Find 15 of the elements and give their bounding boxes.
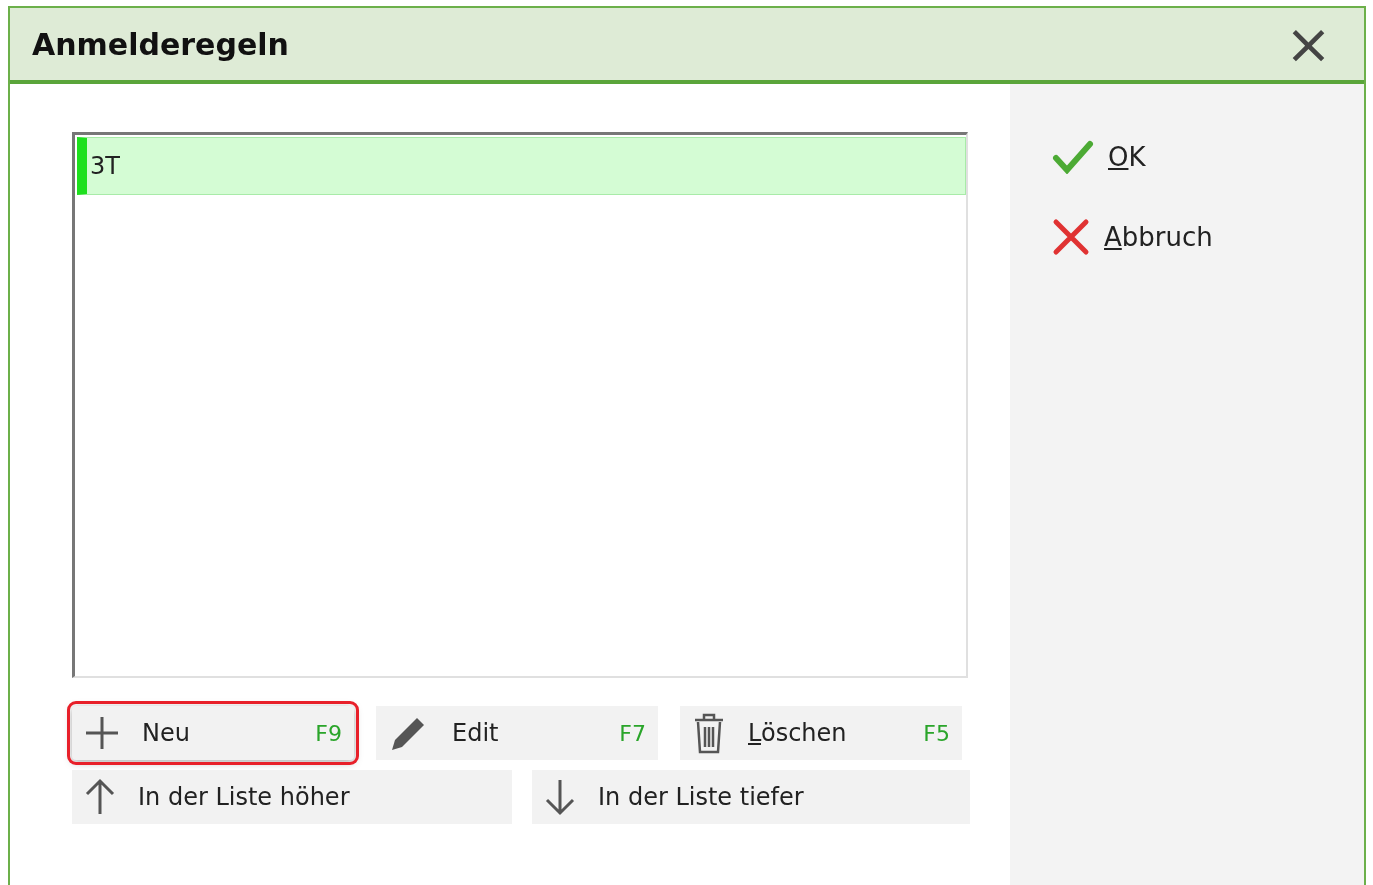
move-button[interactable]: In der Liste tiefer bbox=[532, 770, 970, 824]
close-icon bbox=[1052, 218, 1090, 256]
move-button[interactable]: In der Liste höher bbox=[72, 770, 512, 824]
trash-icon bbox=[692, 712, 726, 754]
plus-icon bbox=[84, 715, 120, 751]
window-title: Anmelderegeln bbox=[32, 26, 289, 62]
ok-button[interactable]: OK bbox=[1052, 140, 1146, 174]
toolbar-button[interactable]: Edit F7 bbox=[376, 706, 658, 760]
cancel-button[interactable]: Abbruch bbox=[1052, 218, 1213, 256]
toolbar-button[interactable]: Löschen F5 bbox=[680, 706, 962, 760]
up-arrow-icon bbox=[84, 778, 116, 816]
list-item[interactable]: 3T bbox=[77, 137, 966, 195]
close-button[interactable]: × bbox=[1275, 20, 1342, 68]
down-arrow-icon bbox=[544, 778, 576, 816]
checkmark-icon bbox=[1052, 140, 1094, 174]
